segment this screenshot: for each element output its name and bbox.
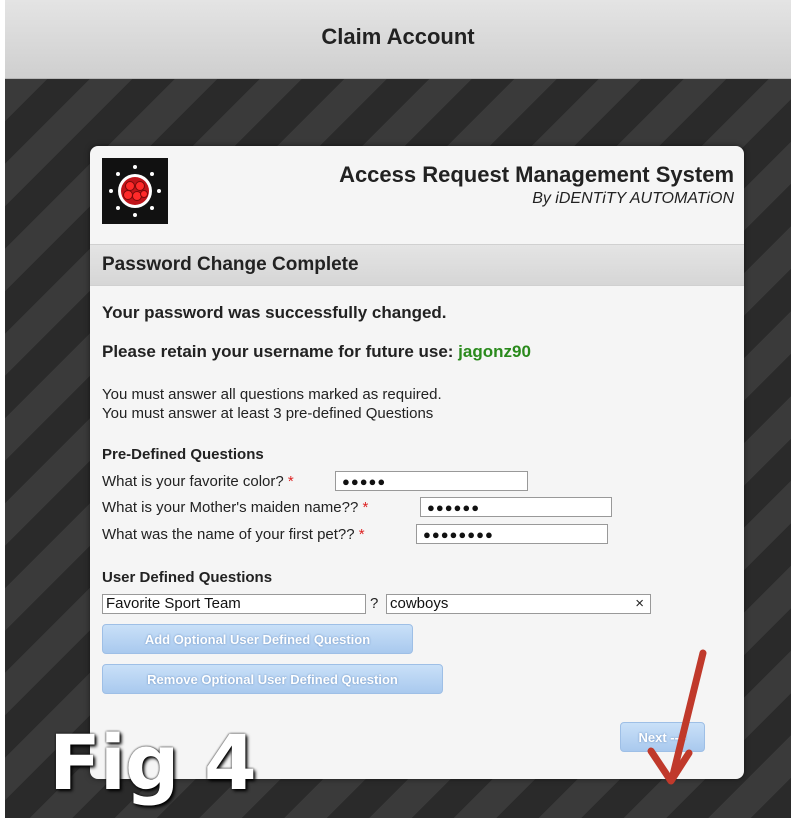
clear-icon[interactable]: × [635, 595, 644, 613]
user-answer-value: cowboys [390, 595, 449, 612]
app-name: Access Request Management System [339, 162, 734, 187]
question-mark: ? [370, 595, 379, 612]
remove-question-button[interactable]: Remove Optional User Defined Question [102, 664, 443, 694]
instruction-required: You must answer all questions marked as … [102, 386, 442, 403]
retain-prefix: Please retain your username for future u… [102, 342, 459, 361]
section-header: Password Change Complete [90, 244, 744, 286]
question-label: What is your Mother's maiden name?? * [102, 499, 369, 516]
screenshot-frame: Claim Account Access Request Management … [5, 0, 791, 818]
required-marker: * [287, 473, 294, 490]
page-title: Claim Account [321, 24, 475, 49]
app-subtitle: By iDENTiTY AUTOMATiON [532, 190, 734, 207]
required-marker: * [362, 499, 369, 516]
username-value: jagonz90 [458, 342, 531, 361]
instruction-minimum: You must answer at least 3 pre-defined Q… [102, 405, 434, 422]
predefined-question-row: What is your favorite color? * ●●●●● [102, 471, 722, 495]
app-logo-icon [102, 158, 168, 224]
question-label: What is your favorite color? * [102, 473, 294, 490]
favorite-color-answer-input[interactable]: ●●●●● [335, 471, 528, 491]
retain-message: Please retain your username for future u… [102, 342, 531, 362]
required-marker: * [358, 526, 365, 543]
red-arrow-icon [647, 649, 707, 785]
figure-label: Fig 4 [49, 718, 257, 807]
user-answer-input[interactable]: cowboys × [386, 594, 651, 614]
maiden-name-answer-input[interactable]: ●●●●●● [420, 497, 612, 517]
section-title: Password Change Complete [102, 254, 359, 275]
add-question-button[interactable]: Add Optional User Defined Question [102, 624, 413, 654]
user-question-input[interactable]: Favorite Sport Team [102, 594, 366, 614]
top-bar: Claim Account [5, 0, 791, 79]
background-stage: Access Request Management System By iDEN… [5, 79, 791, 818]
user-defined-heading: User Defined Questions [102, 569, 273, 586]
first-pet-answer-input[interactable]: ●●●●●●●● [416, 524, 608, 544]
question-label: What was the name of your first pet?? * [102, 526, 365, 543]
predefined-question-row: What was the name of your first pet?? * … [102, 524, 722, 548]
predefined-heading: Pre-Defined Questions [102, 446, 264, 463]
predefined-question-row: What is your Mother's maiden name?? * ●●… [102, 497, 722, 521]
success-message: Your password was successfully changed. [102, 303, 447, 322]
